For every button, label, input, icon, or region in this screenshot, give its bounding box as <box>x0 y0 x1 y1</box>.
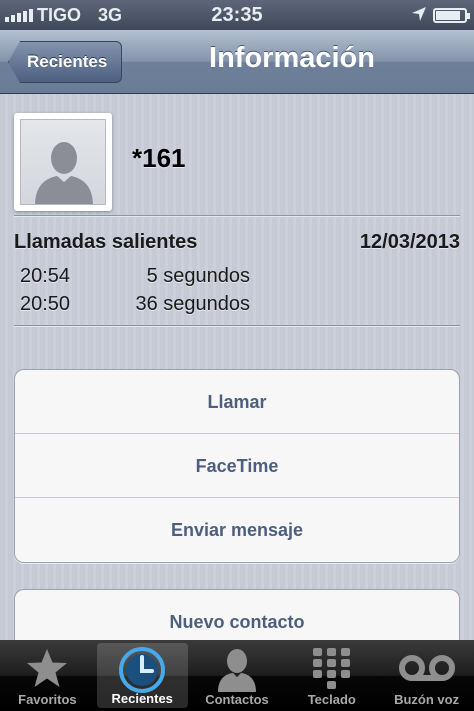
new-contact-button[interactable]: Nuevo contacto <box>15 590 459 640</box>
keypad-icon <box>312 648 350 689</box>
voicemail-icon <box>398 655 455 681</box>
facetime-button[interactable]: FaceTime <box>15 434 459 498</box>
tab-teclado[interactable]: Teclado <box>284 640 379 711</box>
tab-recientes[interactable]: Recientes <box>96 643 188 708</box>
star-icon <box>27 649 68 687</box>
avatar[interactable] <box>14 113 112 211</box>
tab-label: Recientes <box>111 691 173 706</box>
tab-label: Teclado <box>307 692 356 707</box>
person-silhouette-icon <box>35 142 93 204</box>
tab-favoritos[interactable]: Favoritos <box>0 640 95 711</box>
battery-icon <box>433 8 470 23</box>
contact-name: *161 <box>132 143 186 173</box>
page-title: Información <box>209 42 375 74</box>
actions-group: Llamar FaceTime Enviar mensaje <box>14 369 460 563</box>
tab-buzon-voz[interactable]: Buzón voz <box>379 640 474 711</box>
contacts-icon <box>217 649 256 692</box>
contact-info-content[interactable]: *161 Llamadas salientes 12/03/2013 20:54… <box>0 95 474 640</box>
tab-label: Favoritos <box>18 692 77 707</box>
call-button[interactable]: Llamar <box>15 370 459 434</box>
clock-icon <box>119 647 166 693</box>
navigation-bar: Recientes Información <box>0 30 474 94</box>
tab-label: Contactos <box>205 692 269 707</box>
divider <box>14 325 460 326</box>
divider <box>14 215 460 216</box>
calls-date: 12/03/2013 <box>359 231 460 253</box>
back-button[interactable]: Recientes <box>8 41 123 83</box>
call-time: 20:50 <box>20 293 71 315</box>
tab-bar: Favoritos Recientes Contactos Teclado Bu… <box>0 640 474 711</box>
tab-label: Buzón voz <box>394 692 460 707</box>
send-message-button[interactable]: Enviar mensaje <box>15 498 459 562</box>
call-duration: 36 segundos <box>135 293 250 315</box>
battery-level <box>436 11 460 20</box>
status-bar: TIGO 3G 23:35 <box>0 0 474 30</box>
contact-actions-group: Nuevo contacto <box>14 589 460 640</box>
status-time: 23:35 <box>211 4 263 26</box>
location-icon <box>412 7 426 21</box>
tab-contactos[interactable]: Contactos <box>190 640 285 711</box>
calls-heading: Llamadas salientes <box>14 231 198 253</box>
call-duration: 5 segundos <box>146 265 250 287</box>
call-time: 20:54 <box>20 265 71 287</box>
